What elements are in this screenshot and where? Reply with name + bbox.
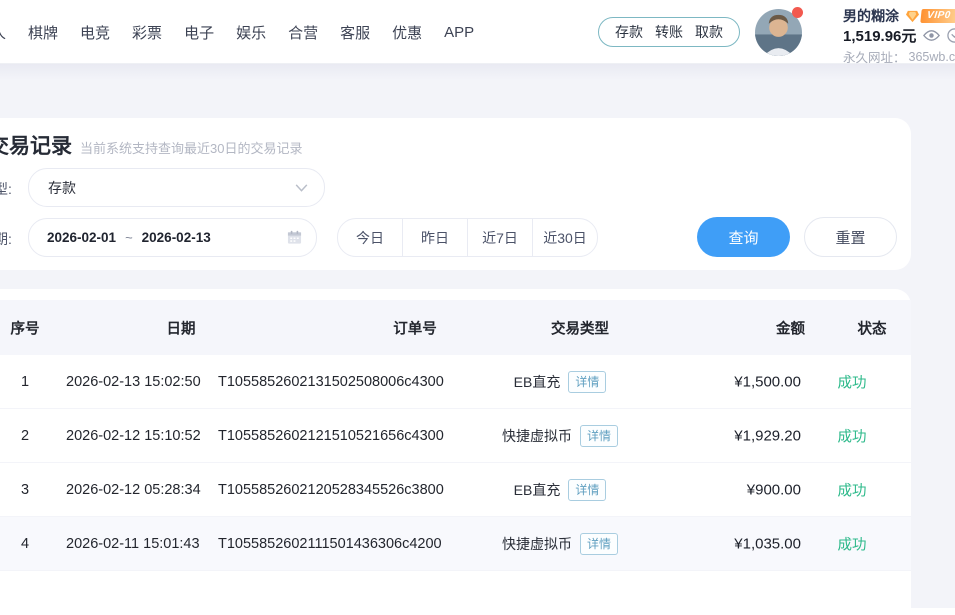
filters-panel: 交易记录 当前系统支持查询最近30日的交易记录 类型: 存款 日期: 2026-… xyxy=(0,118,911,270)
notification-dot xyxy=(792,7,803,18)
date-to: 2026-02-13 xyxy=(142,230,211,245)
bottom-corner-patch xyxy=(911,608,955,615)
cell-transaction-type: EB直充详情 xyxy=(460,479,660,501)
nav-item-10[interactable]: APP xyxy=(444,24,474,41)
detail-button[interactable]: 详情 xyxy=(568,479,606,501)
table-row: 12026-02-13 15:02:50T1055852602131502508… xyxy=(0,355,911,409)
page-title: 交易记录 xyxy=(0,130,72,160)
cell-transaction-type: 快捷虚拟币详情 xyxy=(460,425,660,447)
header-shadow-band xyxy=(0,64,955,80)
username: 男的糊涂 xyxy=(843,6,899,26)
nav-item-2[interactable]: 棋牌 xyxy=(28,22,58,43)
cell-status: 成功 xyxy=(802,425,902,446)
date-from: 2026-02-01 xyxy=(47,230,116,245)
cell-date: 2026-02-12 15:10:52 xyxy=(66,428,201,444)
gem-icon xyxy=(905,10,920,23)
transaction-type-label: EB直充 xyxy=(514,372,561,392)
nav-item-9[interactable]: 优惠 xyxy=(392,22,422,43)
cell-order-number: T1055852602131502508006c4300 xyxy=(218,374,444,390)
transaction-type-label: EB直充 xyxy=(514,480,561,500)
user-info-block: 男的糊涂 VIP0 1,519.96元 永久 xyxy=(843,7,955,66)
cell-date: 2026-02-12 05:28:34 xyxy=(66,482,201,498)
column-header-type: 交易类型 xyxy=(480,317,680,338)
transactions-panel: 序号 日期 订单号 交易类型 金额 状态 12026-02-13 15:02:5… xyxy=(0,289,911,615)
quick-date-range-group: 今日昨日近7日近30日 xyxy=(337,218,598,257)
balance-amount: 1,519.96元 xyxy=(843,25,916,46)
transaction-type-select[interactable]: 存款 xyxy=(28,168,325,207)
table-row: 32026-02-12 05:28:34T1055852602120528345… xyxy=(0,463,911,517)
date-filter-label: 日期: xyxy=(0,229,12,249)
nav-item-3[interactable]: 电竞 xyxy=(80,22,110,43)
detail-button[interactable]: 详情 xyxy=(580,533,618,555)
wallet-button-3[interactable]: 取款 xyxy=(695,22,723,42)
query-button[interactable]: 查询 xyxy=(697,217,790,257)
table-row: 22026-02-12 15:10:52T1055852602121510521… xyxy=(0,409,911,463)
quick-range-1[interactable]: 今日 xyxy=(338,219,402,256)
transaction-type-label: 快捷虚拟币 xyxy=(502,426,572,446)
column-header-order: 订单号 xyxy=(340,317,490,338)
nav-item-8[interactable]: 客服 xyxy=(340,22,370,43)
chevron-down-circle-icon[interactable] xyxy=(947,28,955,43)
cell-status: 成功 xyxy=(802,479,902,500)
cell-order-number: T1055852602121510521656c4300 xyxy=(218,428,444,444)
table-row: 42026-02-11 15:01:43T1055852602111501436… xyxy=(0,517,911,571)
cell-amount: ¥1,500.00 xyxy=(734,373,801,390)
cell-status: 成功 xyxy=(802,533,902,554)
column-header-date: 日期 xyxy=(106,317,256,338)
calendar-icon xyxy=(287,230,302,245)
column-header-amount: 金额 xyxy=(776,317,805,338)
cell-amount: ¥900.00 xyxy=(747,481,801,498)
cell-date: 2026-02-13 15:02:50 xyxy=(66,374,201,390)
column-header-status: 状态 xyxy=(822,317,922,338)
cell-order-number: T1055852602111501436306c4200 xyxy=(218,536,442,552)
top-navigation-bar: 真人 棋牌 电竞 彩票 电子 娱乐 合营 客服 优惠 APP 存款转账取款 男的糊涂 xyxy=(0,0,955,64)
chevron-down-icon xyxy=(295,184,308,192)
transaction-type-value: 存款 xyxy=(48,178,76,198)
table-header-row: 序号 日期 订单号 交易类型 金额 状态 xyxy=(0,300,911,355)
main-nav: 真人 棋牌 电竞 彩票 电子 娱乐 合营 客服 优惠 APP xyxy=(0,0,474,64)
app-viewport: 真人棋牌电竞彩票电子娱乐合营客服优惠APP 存款转账取款 男的糊涂 xyxy=(0,0,955,615)
quick-range-3[interactable]: 近7日 xyxy=(467,219,532,256)
cell-amount: ¥1,929.20 xyxy=(734,427,801,444)
cell-order-number: T1055852602120528345526c3800 xyxy=(218,482,444,498)
vip-level-label: VIP0 xyxy=(920,9,955,23)
cell-amount: ¥1,035.00 xyxy=(734,535,801,552)
wallet-button-2[interactable]: 转账 xyxy=(655,22,683,42)
column-header-index: 序号 xyxy=(0,317,110,338)
wallet-actions-group: 存款转账取款 xyxy=(598,17,740,47)
nav-item-1[interactable]: 真人 xyxy=(0,22,6,43)
cell-transaction-type: 快捷虚拟币详情 xyxy=(460,533,660,555)
date-range-input[interactable]: 2026-02-01 ~ 2026-02-13 xyxy=(28,218,317,257)
cell-status: 成功 xyxy=(802,371,902,392)
reset-button[interactable]: 重置 xyxy=(804,217,897,257)
vip-badge: VIP0 xyxy=(905,9,955,23)
page-subtitle: 当前系统支持查询最近30日的交易记录 xyxy=(80,138,302,157)
cell-date: 2026-02-11 15:01:43 xyxy=(66,536,200,552)
quick-range-2[interactable]: 昨日 xyxy=(402,219,467,256)
quick-range-4[interactable]: 近30日 xyxy=(532,219,597,256)
detail-button[interactable]: 详情 xyxy=(580,425,618,447)
transaction-type-label: 快捷虚拟币 xyxy=(502,534,572,554)
nav-item-5[interactable]: 电子 xyxy=(184,22,214,43)
detail-button[interactable]: 详情 xyxy=(568,371,606,393)
wallet-button-1[interactable]: 存款 xyxy=(615,22,643,42)
date-separator: ~ xyxy=(125,230,133,245)
nav-item-4[interactable]: 彩票 xyxy=(132,22,162,43)
nav-item-7[interactable]: 合营 xyxy=(288,22,318,43)
type-filter-label: 类型: xyxy=(0,179,12,199)
table-rows: 12026-02-13 15:02:50T1055852602131502508… xyxy=(0,355,911,571)
eye-icon[interactable] xyxy=(923,29,940,42)
cell-transaction-type: EB直充详情 xyxy=(460,371,660,393)
site-url: 365wb.com xyxy=(909,50,955,64)
nav-item-6[interactable]: 娱乐 xyxy=(236,22,266,43)
